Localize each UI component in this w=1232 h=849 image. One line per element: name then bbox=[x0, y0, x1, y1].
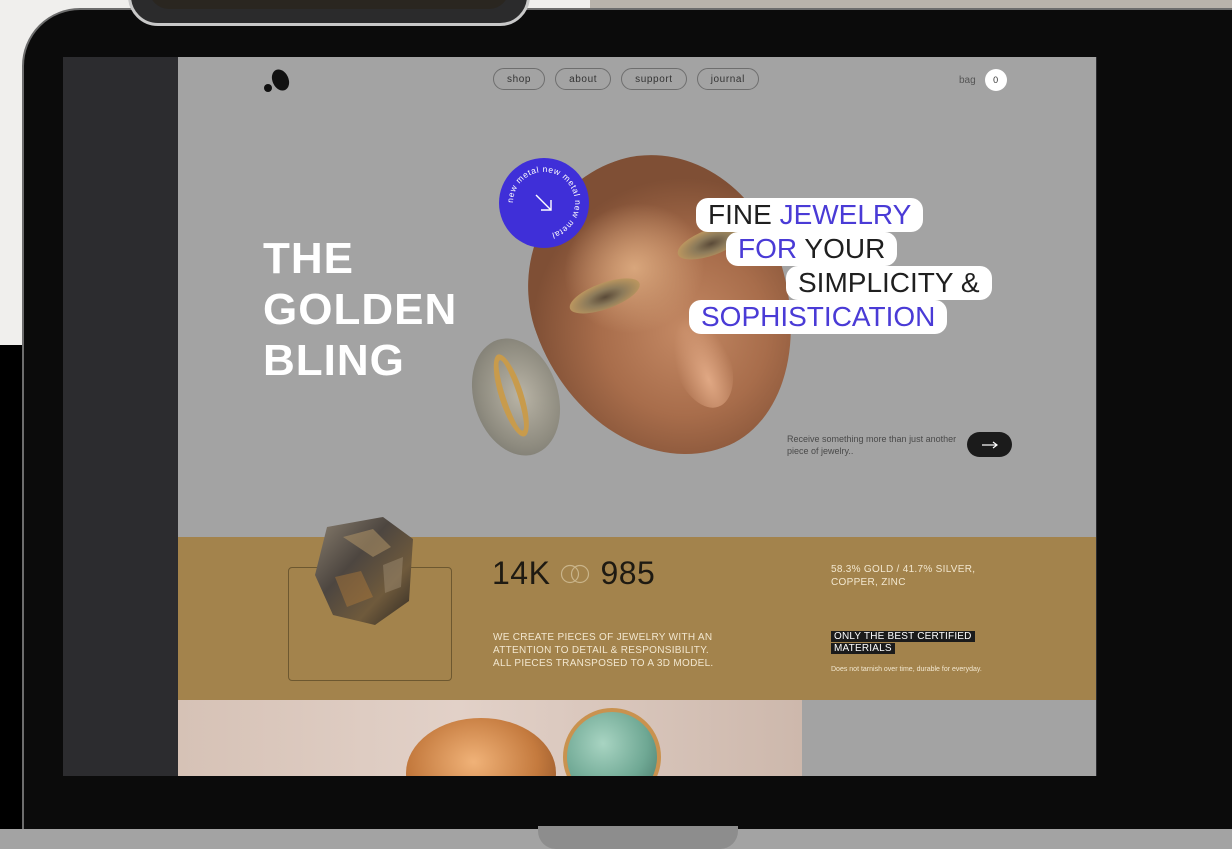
tagline-line: FINE JEWELRY bbox=[696, 198, 924, 232]
gold-ring bbox=[406, 718, 556, 776]
tagline-accent: SOPHISTICATION bbox=[701, 301, 936, 332]
eye-shadow bbox=[565, 271, 644, 321]
interlocked-rings-icon bbox=[561, 564, 590, 583]
tagline-text: YOUR bbox=[804, 233, 886, 264]
tagline-line: FOR YOUR bbox=[726, 232, 898, 266]
hero-arrow-button[interactable] bbox=[967, 432, 1012, 457]
hero-title-line: GOLDEN bbox=[263, 285, 458, 334]
main-nav: shop about support journal bbox=[493, 68, 759, 90]
bag-button[interactable]: bag 0 bbox=[959, 69, 1007, 91]
stats-description-line: WE CREATE PIECES OF JEWELRY WITH AN bbox=[493, 632, 713, 643]
stats-description-line: ATTENTION TO DETAIL & RESPONSIBILITY. bbox=[493, 645, 709, 656]
materials-section: 14K 985 WE CREATE PIECES OF JEWELRY WITH… bbox=[178, 517, 1096, 700]
nav-about[interactable]: about bbox=[555, 68, 612, 90]
certified-label: ONLY THE BEST CERTIFIED MATERIALS bbox=[831, 631, 975, 655]
stats-description: WE CREATE PIECES OF JEWELRY WITH AN ATTE… bbox=[493, 631, 714, 670]
hero-title-line: THE bbox=[263, 234, 354, 283]
hero-title: THE GOLDEN BLING bbox=[263, 233, 457, 386]
nav-shop[interactable]: shop bbox=[493, 68, 546, 90]
karat-stats: 14K 985 bbox=[492, 555, 655, 592]
bottom-right-panel bbox=[802, 700, 1096, 776]
gold-ore-image bbox=[315, 517, 413, 625]
nav-journal[interactable]: journal bbox=[696, 68, 759, 90]
phone-screen bbox=[149, 0, 509, 9]
tagline-line: SIMPLICITY & bbox=[786, 266, 992, 300]
tagline-text: SIMPLICITY & bbox=[798, 267, 980, 298]
tagline-accent: JEWELRY bbox=[779, 199, 912, 230]
tagline-text: FINE bbox=[708, 199, 780, 230]
laptop-notch bbox=[538, 826, 738, 849]
ring-band bbox=[486, 350, 536, 440]
hero-title-line: BLING bbox=[263, 336, 405, 385]
stats-description-line: ALL PIECES TRANSPOSED TO A 3D MODEL. bbox=[493, 658, 714, 669]
tagline-line: SOPHISTICATION bbox=[689, 300, 948, 334]
nav-support[interactable]: support bbox=[621, 68, 687, 90]
bag-label: bag bbox=[959, 74, 976, 86]
new-metal-badge[interactable]: new metal new metal new metal bbox=[498, 157, 590, 249]
website: shop about support journal bag 0 THE GOL… bbox=[178, 57, 1096, 776]
receive-text: Receive something more than just another… bbox=[787, 434, 957, 456]
alloy-composition: 58.3% GOLD / 41.7% SILVER, COPPER, ZINC bbox=[831, 564, 976, 588]
bag-count-badge: 0 bbox=[984, 69, 1007, 91]
arrow-right-icon bbox=[981, 441, 998, 448]
logo-icon[interactable] bbox=[262, 67, 292, 95]
laptop-screen: shop about support journal bag 0 THE GOL… bbox=[63, 57, 1097, 776]
tagline-accent: FOR bbox=[738, 233, 805, 264]
turquoise-stone bbox=[563, 708, 661, 776]
phone-frame bbox=[128, 0, 530, 26]
ring-closeup-image bbox=[178, 700, 802, 776]
photo-strip bbox=[590, 0, 1232, 8]
karat-value: 14K bbox=[492, 555, 551, 591]
certified-note: Does not tarnish over time, durable for … bbox=[831, 666, 982, 673]
fineness-value: 985 bbox=[600, 555, 656, 591]
